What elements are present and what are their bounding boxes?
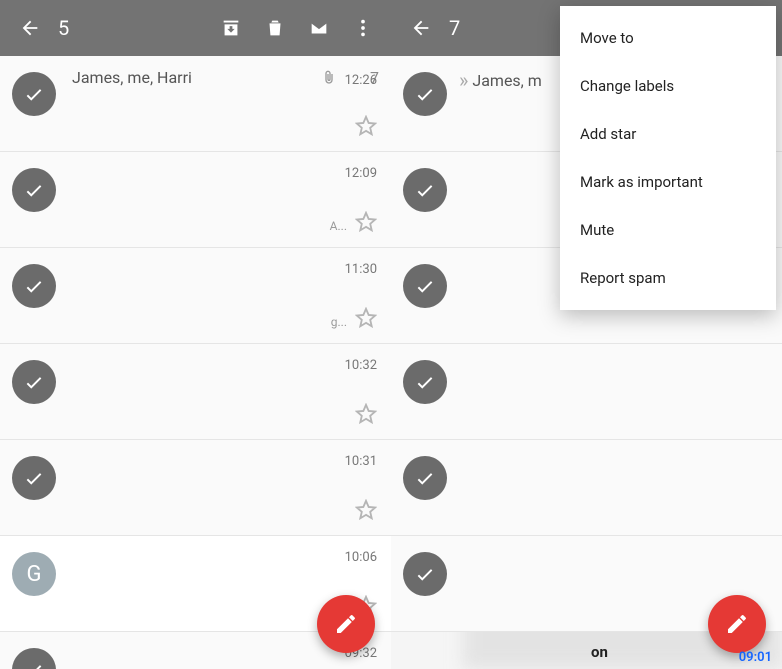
selection-avatar[interactable]	[403, 168, 447, 212]
list-item[interactable]: 11:30 g...	[0, 248, 391, 344]
check-icon	[23, 83, 45, 105]
back-icon[interactable]	[8, 6, 52, 50]
timestamp: 10:06	[345, 550, 377, 565]
star-button[interactable]	[355, 211, 377, 237]
row-meta: 10:32	[345, 358, 377, 373]
star-icon	[355, 307, 377, 329]
attachment-icon	[321, 70, 337, 90]
check-icon	[23, 371, 45, 393]
selection-toolbar: 5	[0, 0, 391, 56]
more-icon[interactable]	[341, 6, 385, 50]
right-pane: 7 »James, m Move toChange labelsAdd star…	[391, 0, 782, 669]
list-item[interactable]	[391, 344, 782, 440]
status-clock: 09:01	[739, 650, 772, 665]
trash-icon[interactable]	[253, 6, 297, 50]
compose-button[interactable]	[708, 595, 766, 653]
message-list: James, me, Harri712:26 12:09 A... 11:30 g...…	[0, 56, 391, 669]
attachment-icon	[321, 70, 337, 86]
star-button[interactable]	[355, 115, 377, 141]
check-icon	[414, 179, 436, 201]
list-item[interactable]	[391, 440, 782, 536]
selection-avatar[interactable]	[403, 264, 447, 308]
row-meta: 10:31	[345, 454, 377, 469]
menu-item[interactable]: Mute	[560, 206, 776, 254]
timestamp: 12:26	[345, 73, 377, 88]
star-icon	[355, 211, 377, 233]
selection-avatar[interactable]	[12, 264, 56, 308]
mark-unread-icon[interactable]	[297, 6, 341, 50]
check-icon	[23, 179, 45, 201]
timestamp: 11:30	[345, 262, 377, 277]
check-icon	[414, 275, 436, 297]
selection-avatar[interactable]	[403, 552, 447, 596]
check-icon	[414, 371, 436, 393]
menu-item[interactable]: Add star	[560, 110, 776, 158]
check-icon	[23, 275, 45, 297]
selection-avatar[interactable]	[403, 72, 447, 116]
selection-avatar[interactable]	[12, 72, 56, 116]
star-button[interactable]	[355, 307, 377, 333]
row-meta: 10:06	[345, 550, 377, 565]
selection-avatar[interactable]	[12, 360, 56, 404]
snippet-tail: A...	[330, 219, 347, 233]
selection-avatar[interactable]	[403, 360, 447, 404]
list-item[interactable]: 10:31	[0, 440, 391, 536]
timestamp: 10:31	[345, 454, 377, 469]
timestamp: 12:09	[345, 166, 377, 181]
star-icon	[355, 115, 377, 137]
snippet-tail: g...	[331, 315, 347, 329]
menu-item[interactable]: Move to	[560, 14, 776, 62]
sender-avatar[interactable]: G	[12, 552, 56, 596]
menu-item[interactable]: Change labels	[560, 62, 776, 110]
check-icon	[414, 467, 436, 489]
selection-avatar[interactable]	[12, 456, 56, 500]
selection-avatar[interactable]	[403, 456, 447, 500]
compose-icon	[334, 612, 358, 636]
list-item[interactable]: James, me, Harri712:26	[0, 56, 391, 152]
chevron-double-icon: »	[459, 68, 468, 92]
menu-item[interactable]: Mark as important	[560, 158, 776, 206]
left-pane: 5 James, me, Harri712:26 12:09 A... 11:30 g.…	[0, 0, 391, 669]
list-item[interactable]: 12:09 A...	[0, 152, 391, 248]
timestamp: 10:32	[345, 358, 377, 373]
partial-text: on	[591, 643, 608, 661]
row-meta: 12:09	[345, 166, 377, 181]
compose-icon	[725, 612, 749, 636]
row-meta: 11:30	[345, 262, 377, 277]
compose-button[interactable]	[317, 595, 375, 653]
selection-avatar[interactable]	[12, 648, 56, 669]
menu-item[interactable]: Report spam	[560, 254, 776, 302]
star-icon	[355, 499, 377, 521]
back-icon[interactable]	[399, 6, 443, 50]
overflow-menu: Move toChange labelsAdd starMark as impo…	[560, 6, 776, 310]
check-icon	[414, 83, 436, 105]
selection-avatar[interactable]	[12, 168, 56, 212]
check-icon	[414, 563, 436, 585]
row-meta: 12:26	[321, 70, 377, 90]
list-item[interactable]: 10:32	[0, 344, 391, 440]
star-button[interactable]	[355, 499, 377, 525]
archive-icon[interactable]	[209, 6, 253, 50]
selection-count: 5	[58, 16, 209, 40]
check-icon	[23, 467, 45, 489]
star-button[interactable]	[355, 403, 377, 429]
check-icon	[23, 659, 45, 669]
star-icon	[355, 403, 377, 425]
